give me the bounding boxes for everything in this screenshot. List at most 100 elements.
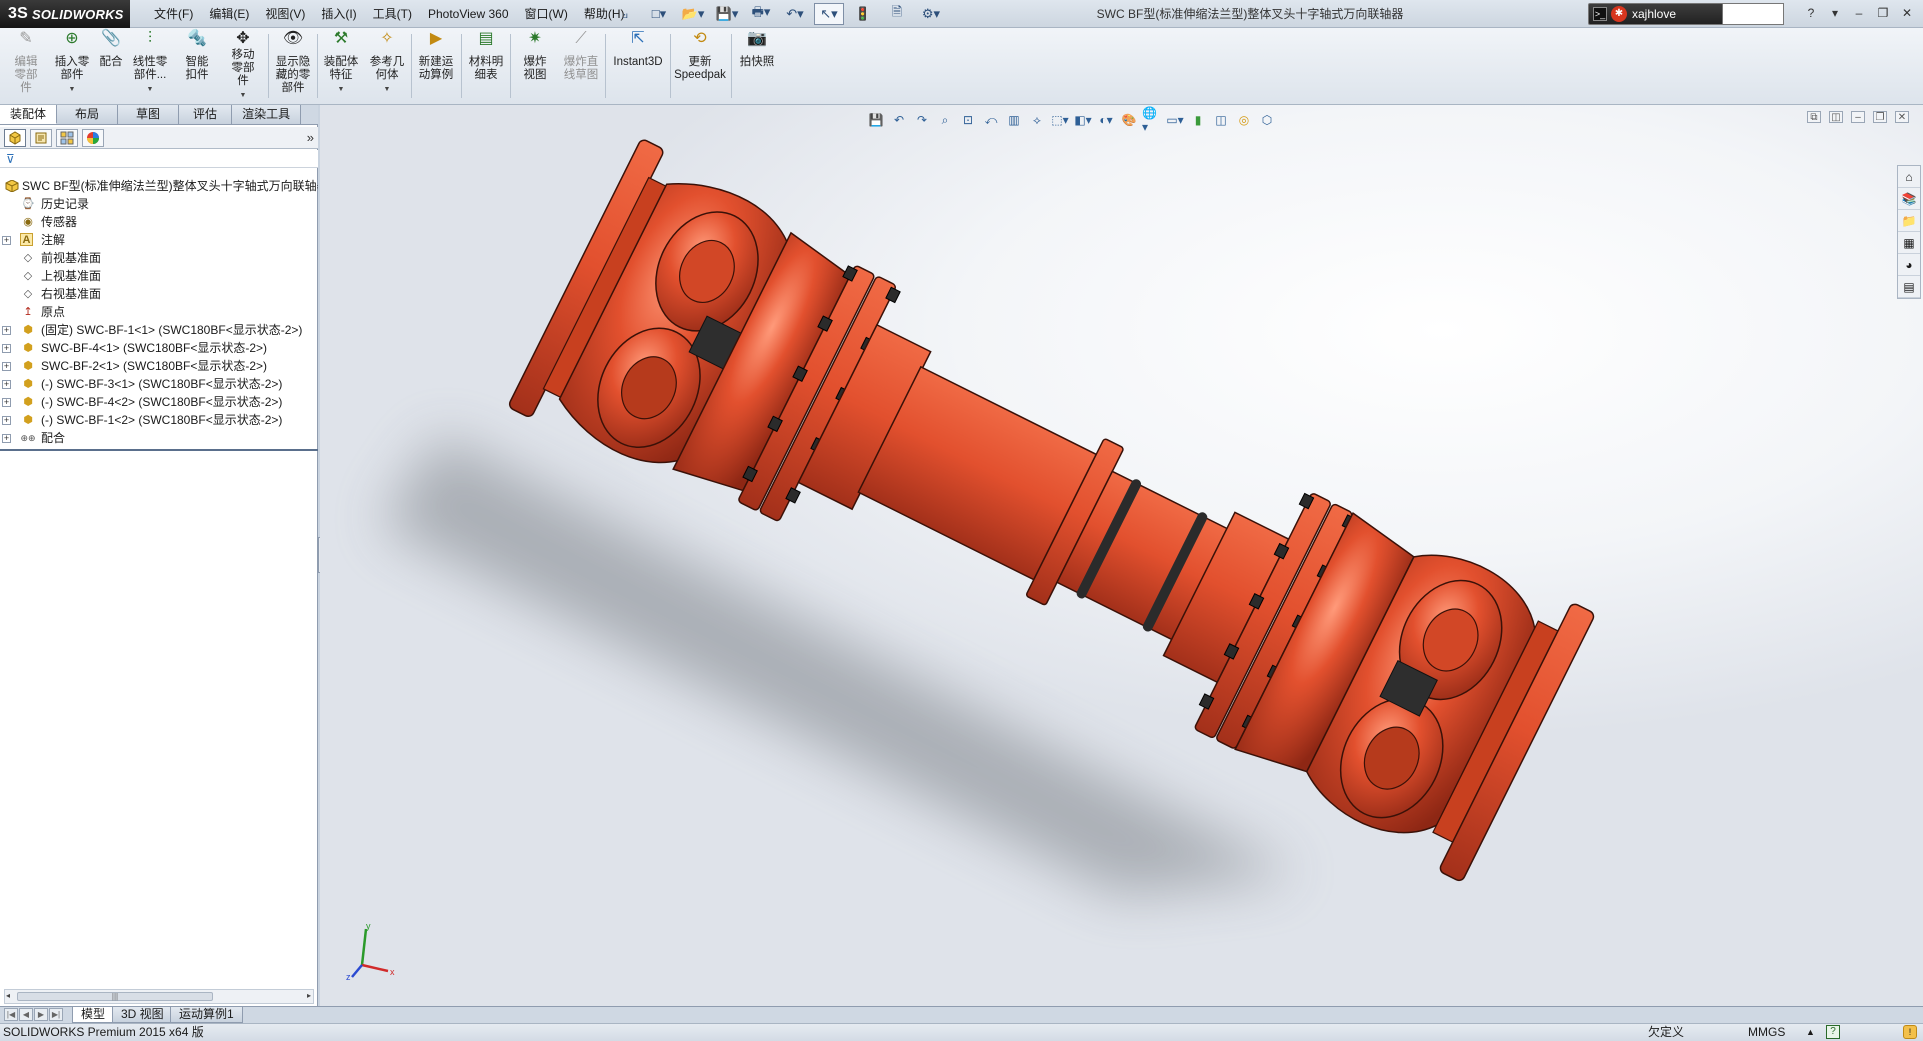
tab-model[interactable]: 模型 xyxy=(72,1007,115,1023)
last-tab-icon[interactable]: ▶| xyxy=(49,1008,63,1021)
close-button[interactable]: ✕ xyxy=(1895,111,1909,123)
prev-tab-icon[interactable]: ◀ xyxy=(19,1008,33,1021)
save-icon[interactable]: 💾▾ xyxy=(712,3,742,25)
view-orientation-icon[interactable]: ⬚▾ xyxy=(1050,110,1070,130)
view-palette-icon[interactable]: ▦ xyxy=(1898,232,1920,254)
edit-component-button[interactable]: ✎ 编辑零部件 xyxy=(4,31,48,102)
configmanager-icon[interactable] xyxy=(56,129,78,147)
apply-scene-icon[interactable]: 🌐▾ xyxy=(1142,106,1162,134)
scroll-left-icon[interactable]: ◂ xyxy=(6,991,10,1000)
tab-evaluate[interactable]: 评估 xyxy=(179,105,233,124)
select-icon[interactable]: ↖▾ xyxy=(814,3,844,25)
hide-show-icon[interactable]: ◐▾ xyxy=(1096,110,1116,130)
help-icon[interactable]: ? xyxy=(1826,1025,1840,1039)
display-style-icon[interactable]: ◧▾ xyxy=(1073,110,1093,130)
tree-item-mates[interactable]: + ⊕⊕ 配合 xyxy=(0,429,318,447)
mate-button[interactable]: 📎 配合 xyxy=(96,31,126,102)
reference-geometry-button[interactable]: ✧ 参考几何体 ▼ xyxy=(366,31,408,102)
horizontal-scrollbar[interactable]: ◂ ||| ▸ xyxy=(4,989,314,1004)
previous-view-icon[interactable]: ⤺ xyxy=(981,110,1001,130)
first-tab-icon[interactable]: |◀ xyxy=(4,1008,18,1021)
view-settings-icon[interactable]: ▭▾ xyxy=(1165,110,1185,130)
filter-icon[interactable]: ⊽ xyxy=(6,152,24,166)
menu-edit[interactable]: 编辑(E) xyxy=(201,0,257,28)
tab-3d-view[interactable]: 3D 视图 xyxy=(112,1007,173,1023)
smart-fasteners-button[interactable]: 🔩 智能扣件 xyxy=(176,31,218,102)
minimize-button[interactable]: – xyxy=(1849,4,1869,22)
edit-appearance-icon[interactable]: 🎨 xyxy=(1119,110,1139,130)
expand-icon[interactable]: + xyxy=(2,398,11,407)
tree-item-top-plane[interactable]: ◇ 上视基准面 xyxy=(0,267,318,285)
next-tab-icon[interactable]: ▶ xyxy=(34,1008,48,1021)
3d-view-icon[interactable]: ⬡ xyxy=(1257,110,1277,130)
save-view-icon[interactable]: 💾 xyxy=(866,110,886,130)
tree-item-component[interactable]: + ⬢ (-) SWC-BF-4<2> (SWC180BF<显示状态-2>) xyxy=(0,393,318,411)
units-menu-icon[interactable]: ▲ xyxy=(1806,1024,1815,1041)
photoview-icon[interactable]: ◎ xyxy=(1234,110,1254,130)
expand-icon[interactable]: + xyxy=(2,416,11,425)
new-doc-icon[interactable]: □▾ xyxy=(644,3,674,25)
section-view-icon[interactable]: ▥ xyxy=(1004,110,1024,130)
open-icon[interactable]: 📂▾ xyxy=(678,3,708,25)
close-button[interactable]: ✕ xyxy=(1897,4,1917,22)
tab-layout[interactable]: 布局 xyxy=(57,105,119,124)
scrollbar-thumb[interactable]: ||| xyxy=(17,992,213,1001)
tab-assembly[interactable]: 装配体 xyxy=(0,105,58,124)
expand-panel-icon[interactable]: » xyxy=(307,130,314,145)
tree-item-component[interactable]: + ⬢ SWC-BF-4<1> (SWC180BF<显示状态-2>) xyxy=(0,339,318,357)
tree-item-front-plane[interactable]: ◇ 前视基准面 xyxy=(0,249,318,267)
restore-button[interactable]: ❐ xyxy=(1873,111,1887,123)
linear-pattern-button[interactable]: ⫶ 线性零部件... ▼ xyxy=(128,31,172,102)
rebuild-status-icon[interactable]: ! xyxy=(1903,1025,1917,1039)
tree-item-annotations[interactable]: + A 注解 xyxy=(0,231,318,249)
tab-sketch[interactable]: 草图 xyxy=(118,105,180,124)
expand-icon[interactable]: + xyxy=(2,434,11,443)
exploded-view-button[interactable]: ✷ 爆炸视图 xyxy=(514,31,556,102)
expand-icon[interactable]: + xyxy=(2,236,11,245)
chevron-down-icon[interactable]: ▼ xyxy=(384,83,391,96)
help-dropdown-icon[interactable]: ▾ xyxy=(1825,4,1845,22)
file-explorer-icon[interactable]: 📁 xyxy=(1898,210,1920,232)
rebuild-icon[interactable]: 🚦 xyxy=(848,3,878,25)
redo-view-icon[interactable]: ↷ xyxy=(912,110,932,130)
chevron-down-icon[interactable]: ▼ xyxy=(338,83,345,96)
tree-item-component[interactable]: + ⬢ SWC-BF-2<1> (SWC180BF<显示状态-2>) xyxy=(0,357,318,375)
dynamic-annotation-icon[interactable]: ⟡ xyxy=(1027,110,1047,130)
unit-system[interactable]: MMGS xyxy=(1748,1024,1785,1041)
tree-item-right-plane[interactable]: ◇ 右视基准面 xyxy=(0,285,318,303)
menu-photoview[interactable]: PhotoView 360 xyxy=(420,0,517,28)
propertymanager-icon[interactable] xyxy=(30,129,52,147)
insert-component-button[interactable]: ⊕ 插入零部件 ▼ xyxy=(50,31,94,102)
undo-icon[interactable]: ↶▾ xyxy=(780,3,810,25)
menu-window[interactable]: 窗口(W) xyxy=(517,0,576,28)
feature-filter[interactable]: ⊽ xyxy=(0,150,318,168)
solidworks-logo[interactable]: 3S SOLIDWORKS xyxy=(0,0,130,28)
menu-tools[interactable]: 工具(T) xyxy=(365,0,420,28)
scroll-right-icon[interactable]: ▸ xyxy=(307,991,311,1000)
zoom-area-icon[interactable]: ⊡ xyxy=(958,110,978,130)
expand-icon[interactable]: + xyxy=(2,344,11,353)
tree-item-origin[interactable]: ↥ 原点 xyxy=(0,303,318,321)
help-icon[interactable]: ? xyxy=(1801,4,1821,22)
menu-insert[interactable]: 插入(I) xyxy=(313,0,364,28)
tab-render-tools[interactable]: 渲染工具 xyxy=(232,105,302,124)
expand-icon[interactable]: + xyxy=(2,362,11,371)
universal-coupling-model[interactable] xyxy=(320,105,1923,1006)
tree-item-component[interactable]: + ⬢ (固定) SWC-BF-1<1> (SWC180BF<显示状态-2>) xyxy=(0,321,318,339)
move-component-button[interactable]: ✥ 移动零部件 ▼ xyxy=(222,31,264,102)
minimize-button[interactable]: – xyxy=(1851,111,1865,123)
realview-icon[interactable]: ▮ xyxy=(1188,110,1208,130)
file-props-icon[interactable]: 🗎 xyxy=(882,3,912,25)
undo-view-icon[interactable]: ↶ xyxy=(889,110,909,130)
show-hidden-components-button[interactable]: 👁 显示隐藏的零部件 xyxy=(272,31,314,102)
camera-icon[interactable]: ◫ xyxy=(1211,110,1231,130)
menu-file[interactable]: 文件(F) xyxy=(146,0,201,28)
split-view-icon[interactable]: ◫ xyxy=(1829,111,1843,123)
update-speedpak-button[interactable]: ⟲ 更新Speedpak xyxy=(672,31,728,102)
tree-item-component[interactable]: + ⬢ (-) SWC-BF-3<1> (SWC180BF<显示状态-2>) xyxy=(0,375,318,393)
tree-item-sensors[interactable]: ◉ 传感器 xyxy=(0,213,318,231)
bill-of-materials-button[interactable]: ▤ 材料明细表 xyxy=(464,31,508,102)
search-input[interactable] xyxy=(1722,3,1784,25)
instant3d-button[interactable]: ⇱ Instant3D xyxy=(608,31,668,102)
tree-item-component[interactable]: + ⬢ (-) SWC-BF-1<2> (SWC180BF<显示状态-2>) xyxy=(0,411,318,429)
